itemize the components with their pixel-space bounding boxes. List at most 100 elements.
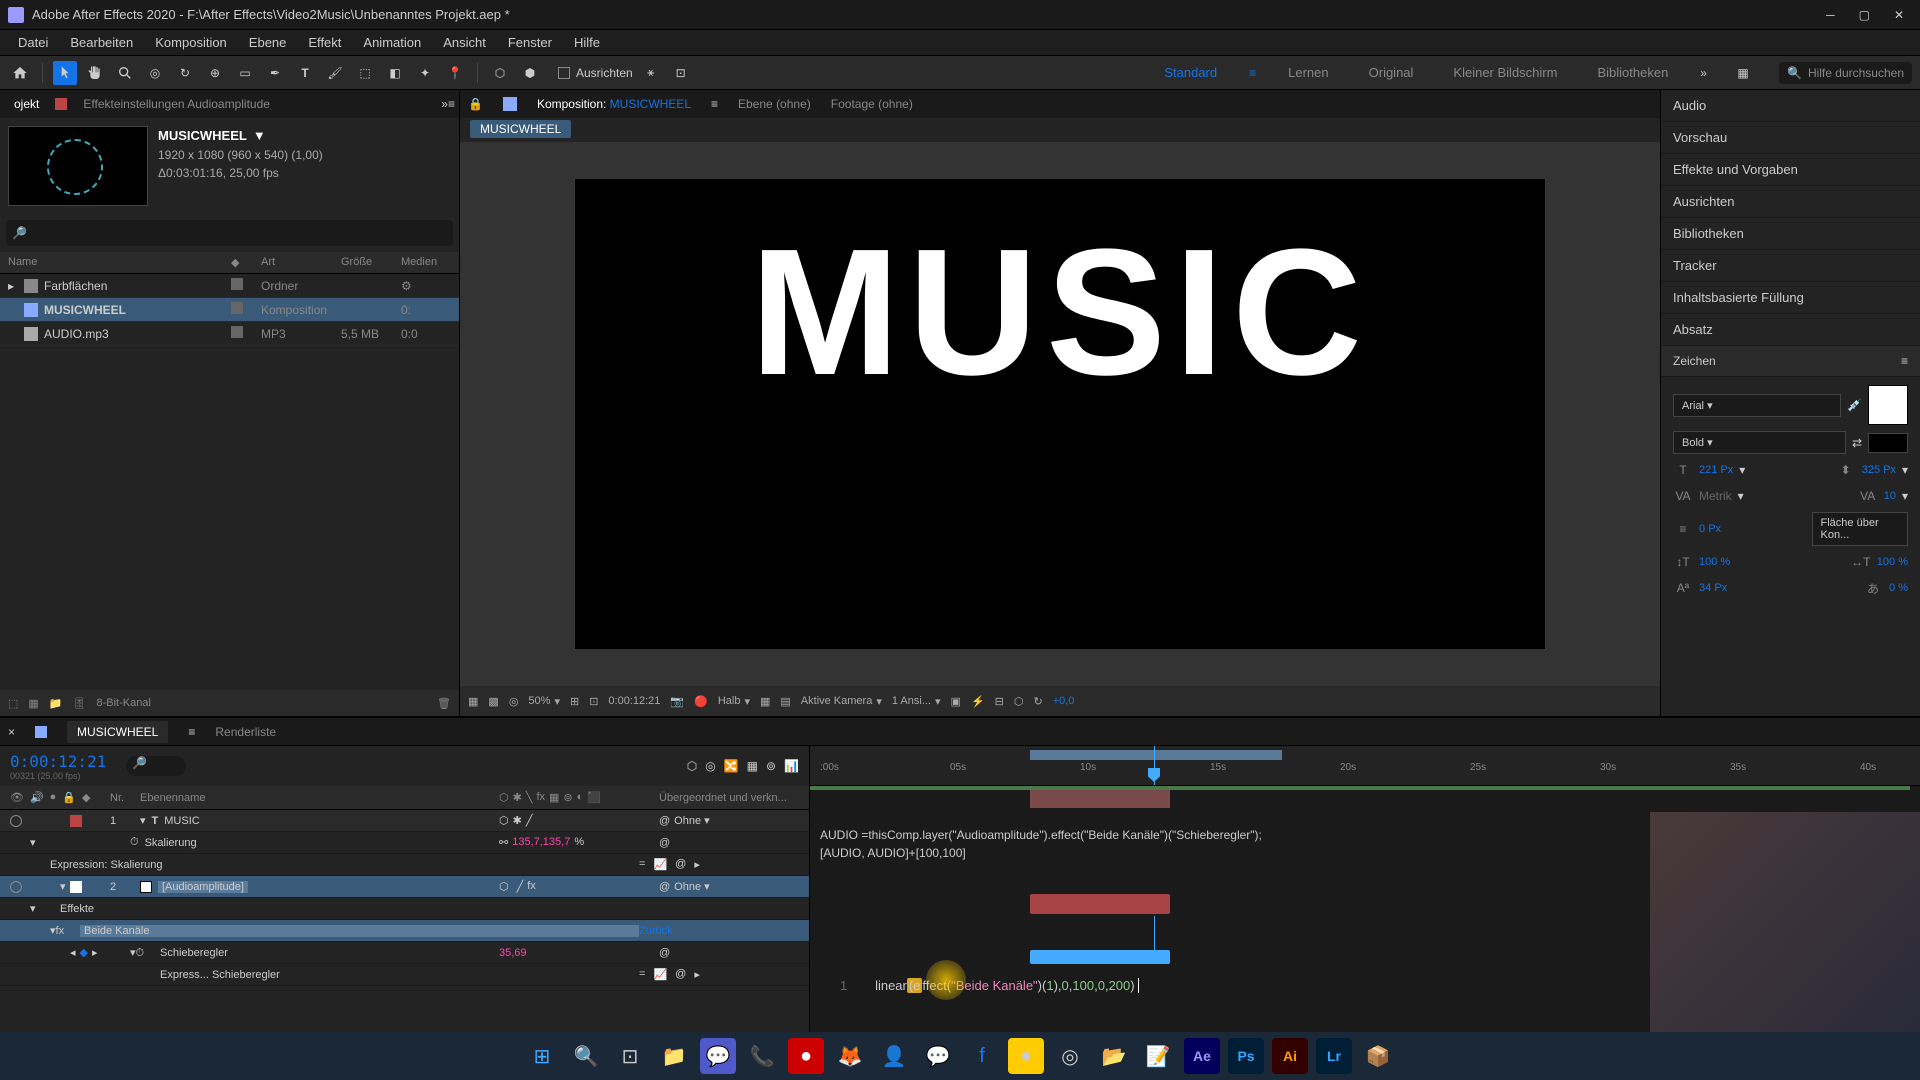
roto-tool[interactable]: ✦	[413, 61, 437, 85]
col-parent[interactable]: Übergeordnet und verkn...	[659, 792, 799, 804]
link-icon[interactable]: ⚯	[499, 836, 508, 849]
views-dropdown[interactable]: 1 Ansi... ▾	[892, 695, 941, 708]
fx-toggle[interactable]: fx	[56, 925, 65, 937]
label-color[interactable]	[70, 881, 82, 893]
motion-blur-icon[interactable]: ⊚	[766, 759, 776, 773]
help-search[interactable]: 🔍 Hilfe durchsuchen	[1779, 62, 1912, 84]
channel-icon[interactable]: 🔴	[694, 695, 708, 708]
interpret-icon[interactable]: ⬚	[8, 697, 18, 710]
parent-dropdown[interactable]: Ohne ▾	[674, 814, 710, 827]
graph-editor-icon[interactable]: 📊	[784, 759, 799, 773]
expression-row-scale[interactable]: Expression: Skalierung = 📈 @ ▸	[0, 854, 809, 876]
menu-ebene[interactable]: Ebene	[239, 31, 297, 54]
prop-effects[interactable]: ▾ Effekte	[0, 898, 809, 920]
label-color[interactable]	[70, 815, 82, 827]
frame-blend-icon[interactable]: ▦	[747, 759, 758, 773]
disclosure-icon[interactable]: ▾	[60, 880, 66, 893]
tracking-dropdown-icon[interactable]: ▾	[1902, 489, 1908, 503]
expression-row-slider[interactable]: Express... Schieberegler = 📈 @ ▸	[0, 964, 809, 986]
maximize-button[interactable]: ▢	[1859, 8, 1870, 22]
trash-icon[interactable]: 🗑	[437, 697, 451, 710]
draft3d-icon[interactable]: ◎	[705, 759, 715, 773]
app-icon-2[interactable]: 👤	[876, 1038, 912, 1074]
workspace-kleiner[interactable]: Kleiner Bildschirm	[1445, 61, 1565, 84]
stroke-width-value[interactable]: 0 Px	[1699, 523, 1721, 535]
orbit-tool[interactable]: ◎	[143, 61, 167, 85]
puppet-tool[interactable]: 📍	[443, 61, 467, 85]
start-button[interactable]: ⊞	[524, 1038, 560, 1074]
adjust-icon[interactable]: 🎚	[73, 697, 87, 710]
col-media[interactable]: Medien	[401, 256, 451, 269]
layer-tab[interactable]: Ebene (ohne)	[738, 97, 811, 111]
kerning-value[interactable]: Metrik	[1699, 489, 1732, 503]
menu-bearbeiten[interactable]: Bearbeiten	[60, 31, 143, 54]
timeline-timecode[interactable]: 0:00:12:21	[10, 752, 106, 771]
footage-tab[interactable]: Footage (ohne)	[831, 97, 913, 111]
camera-dropdown[interactable]: Aktive Kamera ▾	[801, 695, 882, 708]
scale-value[interactable]: 135,7,135,7	[512, 836, 570, 849]
timeline-tab-comp[interactable]: MUSICWHEEL	[67, 721, 168, 743]
tab-menu[interactable]: ≡	[711, 97, 718, 111]
anchor-tool[interactable]: ⊕	[203, 61, 227, 85]
obs-icon[interactable]: ◎	[1052, 1038, 1088, 1074]
project-item-audio[interactable]: AUDIO.mp3 MP3 5,5 MB 0:0	[0, 322, 459, 346]
viewport[interactable]: MUSIC	[460, 142, 1660, 686]
workspace-menu-icon[interactable]: ≡	[1249, 66, 1256, 80]
tab-menu-icon[interactable]: ≡	[188, 725, 195, 739]
lock-icon[interactable]: 🔒	[468, 97, 483, 111]
menu-animation[interactable]: Animation	[353, 31, 431, 54]
pickwhip-icon[interactable]: @	[659, 815, 670, 827]
lightroom-icon[interactable]: Lr	[1316, 1038, 1352, 1074]
col-nr[interactable]: Nr.	[110, 792, 140, 804]
prop-slider[interactable]: ◂ ◆ ▸ ▾⏱ Schieberegler 35,69 @	[0, 942, 809, 964]
task-view[interactable]: ⊡	[612, 1038, 648, 1074]
workspace-overflow[interactable]: »	[1700, 66, 1707, 80]
selection-tool[interactable]	[53, 61, 77, 85]
panel-zeichen-header[interactable]: Zeichen≡	[1661, 346, 1920, 377]
timeline-search[interactable]: 🔎	[126, 756, 186, 776]
panel-inhaltsbasierte[interactable]: Inhaltsbasierte Füllung	[1661, 282, 1920, 314]
expr-language-icon[interactable]: ▸	[694, 968, 700, 981]
workspace-standard[interactable]: Standard	[1156, 61, 1225, 84]
label-swatch[interactable]	[231, 326, 243, 338]
rotate-tool[interactable]: ↻	[173, 61, 197, 85]
playhead[interactable]	[1154, 746, 1155, 785]
messenger-icon[interactable]: 💬	[920, 1038, 956, 1074]
text-tool[interactable]: T	[293, 61, 317, 85]
photoshop-icon[interactable]: Ps	[1228, 1038, 1264, 1074]
comp-dropdown-icon[interactable]: ▼	[253, 126, 266, 146]
new-folder-icon[interactable]: 📁	[49, 697, 63, 710]
home-button[interactable]	[8, 61, 32, 85]
audio-col-icon[interactable]: 🔊	[30, 791, 44, 804]
pixel-aspect-icon[interactable]: ▣	[951, 695, 961, 708]
col-size[interactable]: Größe	[341, 256, 401, 269]
panel-ausrichten[interactable]: Ausrichten	[1661, 186, 1920, 218]
menu-datei[interactable]: Datei	[8, 31, 58, 54]
expr-enable-icon[interactable]: =	[639, 858, 645, 871]
disclosure-icon[interactable]: ▾	[30, 836, 36, 849]
transparency-icon[interactable]: ▩	[488, 695, 498, 708]
comp-flowchart[interactable]: MUSICWHEEL	[460, 118, 1660, 142]
close-button[interactable]: ✕	[1894, 8, 1904, 22]
whatsapp-icon[interactable]: 📞	[744, 1038, 780, 1074]
menu-hilfe[interactable]: Hilfe	[564, 31, 610, 54]
expr-graph-icon[interactable]: 📈	[653, 968, 667, 981]
effect-controls-tab[interactable]: Effekteinstellungen Audioamplitude	[73, 93, 280, 115]
vscale-value[interactable]: 100 %	[1699, 556, 1730, 568]
zoom-dropdown[interactable]: 50% ▾	[528, 695, 560, 708]
disclosure-icon[interactable]: ▾	[30, 903, 36, 915]
resolution-dropdown[interactable]: Halb ▾	[718, 695, 750, 708]
reset-link[interactable]: Zurück	[639, 925, 673, 937]
leading-dropdown-icon[interactable]: ▾	[1902, 463, 1908, 477]
expr-pickwhip-icon[interactable]: @	[675, 858, 686, 871]
motionblur-switch-icon[interactable]: ⊚	[563, 791, 572, 804]
kerning-dropdown-icon[interactable]: ▾	[1738, 489, 1744, 503]
menu-ansicht[interactable]: Ansicht	[433, 31, 496, 54]
app-icon-4[interactable]: 📦	[1360, 1038, 1396, 1074]
layer-bar-audioamp[interactable]	[1030, 894, 1170, 914]
snap-options[interactable]: ⊡	[669, 61, 693, 85]
panel-tracker[interactable]: Tracker	[1661, 250, 1920, 282]
firefox-icon[interactable]: 🦊	[832, 1038, 868, 1074]
expr-enable-icon[interactable]: =	[639, 968, 645, 981]
hscale-value[interactable]: 100 %	[1877, 556, 1908, 568]
